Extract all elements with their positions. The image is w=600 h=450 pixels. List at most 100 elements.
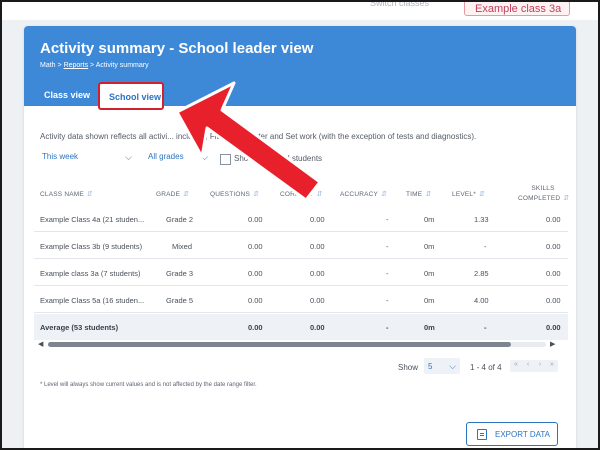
date-range-value: This week — [42, 152, 79, 161]
cell-skills: 0.00 — [546, 296, 561, 305]
level-footnote: * Level will always show current values … — [40, 382, 257, 388]
cell-questions: 0.00 — [248, 215, 263, 224]
page-size-value: 5 — [428, 362, 433, 371]
column-label: QUESTIONS — [210, 191, 251, 198]
breadcrumb-activity-summary: Activity summary — [95, 62, 149, 69]
cell-class-name: Example class 3a (7 students) — [40, 269, 141, 278]
page-size-select[interactable]: 5 ⌵ — [424, 358, 460, 374]
grade-value: All grades — [148, 152, 184, 161]
cell-class-name: Example Class 4a (21 studen... — [40, 215, 145, 224]
cell-level: 2.85 — [474, 269, 489, 278]
column-header-grade[interactable]: GRADE ⇵ — [156, 190, 189, 198]
sort-icon: ⇵ — [183, 191, 190, 198]
cell-level: - — [484, 323, 487, 332]
cell-questions: 0.00 — [248, 296, 263, 305]
column-label: TIME — [406, 191, 423, 198]
last-page-button[interactable]: » — [546, 361, 558, 368]
sort-icon: ⇵ — [563, 195, 570, 202]
cell-correct: 0.00 — [310, 242, 325, 251]
scrollbar-thumb[interactable] — [48, 342, 511, 347]
breadcrumb-reports[interactable]: Reports — [64, 62, 89, 69]
page-range-text: 1 - 4 of 4 — [470, 363, 502, 372]
page-header: Activity summary - School leader view Ma… — [24, 26, 576, 110]
cell-class-name: Example Class 5a (16 studen... — [40, 296, 145, 305]
cell-correct: 0.00 — [310, 215, 325, 224]
cell-time: 0m — [424, 296, 435, 305]
activity-summary-card: Activity summary - School leader view Ma… — [24, 26, 576, 448]
cell-skills: 0.00 — [546, 269, 561, 278]
column-header-correct[interactable]: CORRECT ⇵ — [280, 190, 323, 198]
cell-questions: 0.00 — [248, 323, 263, 332]
cell-accuracy: - — [386, 296, 389, 305]
sort-icon: ⇵ — [86, 191, 93, 198]
chevron-down-icon: ⌵ — [125, 152, 132, 162]
cell-correct: 0.00 — [310, 323, 325, 332]
export-label: EXPORT DATA — [495, 430, 550, 439]
column-header-skills-completed[interactable]: SKILLS COMPLETED ⇵ — [518, 184, 570, 204]
table-row: Example class 3a (7 students) Grade 3 0.… — [34, 260, 568, 286]
chevron-down-icon: ⌵ — [201, 152, 208, 162]
cell-time: 0m — [424, 215, 435, 224]
scroll-left-icon[interactable]: ◀ — [38, 340, 43, 348]
column-header-accuracy[interactable]: ACCURACY ⇵ — [340, 190, 387, 198]
grade-select[interactable]: All grades ⌵ — [148, 152, 210, 168]
table-row: Example Class 5a (16 studen... Grade 5 0… — [34, 287, 568, 313]
breadcrumb-math[interactable]: Math — [40, 62, 56, 69]
tab-school-view[interactable]: School view — [98, 82, 164, 110]
cell-level: - — [484, 242, 487, 251]
cell-correct: 0.00 — [310, 296, 325, 305]
next-page-button[interactable]: › — [534, 361, 546, 368]
cell-questions: 0.00 — [248, 242, 263, 251]
column-label: GRADE — [156, 191, 181, 198]
cell-level: 1.33 — [474, 215, 489, 224]
column-label: ACCURACY — [340, 191, 379, 198]
sort-icon: ⇵ — [316, 191, 323, 198]
cell-grade: Mixed — [172, 242, 193, 251]
cell-accuracy: - — [386, 215, 389, 224]
show-students-label: Show individual students — [234, 154, 323, 163]
pagination-controls: « ‹ › » — [510, 360, 558, 372]
show-students-checkbox[interactable] — [220, 154, 231, 165]
scroll-right-icon[interactable]: ▶ — [550, 340, 555, 348]
sort-icon: ⇵ — [425, 191, 432, 198]
column-label: SKILLS COMPLETED — [518, 185, 561, 202]
column-label: CLASS NAME — [40, 191, 84, 198]
horizontal-scrollbar[interactable] — [48, 342, 546, 347]
column-header-time[interactable]: TIME ⇵ — [406, 190, 431, 198]
date-range-select[interactable]: This week ⌵ — [42, 152, 134, 168]
cell-skills: 0.00 — [546, 215, 561, 224]
cell-level: 4.00 — [474, 296, 489, 305]
previous-page-button[interactable]: ‹ — [522, 361, 534, 368]
cell-accuracy: - — [386, 242, 389, 251]
export-data-button[interactable]: EXPORT DATA — [466, 422, 558, 446]
switch-class-text: Switch classes — [370, 0, 430, 8]
cell-class-name: Average (53 students) — [40, 323, 119, 332]
first-page-button[interactable]: « — [510, 361, 522, 368]
description-text: Activity data shown reflects all activi.… — [40, 132, 477, 141]
column-label: CORRECT — [280, 191, 314, 198]
column-header-level[interactable]: LEVEL* ⇵ — [452, 190, 485, 198]
cell-correct: 0.00 — [310, 269, 325, 278]
average-row: Average (53 students) 0.00 0.00 - 0m - 0… — [34, 314, 568, 340]
cell-questions: 0.00 — [248, 269, 263, 278]
cell-skills: 0.00 — [546, 242, 561, 251]
tab-class-view[interactable]: Class view — [44, 90, 90, 100]
table-row: Example Class 3b (9 students) Mixed 0.00… — [34, 233, 568, 259]
cell-time: 0m — [424, 269, 435, 278]
sort-icon: ⇵ — [478, 191, 486, 198]
sort-icon: ⇵ — [253, 191, 260, 198]
column-header-class-name[interactable]: CLASS NAME ⇵ — [40, 190, 93, 198]
chevron-down-icon: ⌵ — [449, 361, 456, 371]
sort-icon: ⇵ — [381, 191, 388, 198]
table-row: Example Class 4a (21 studen... Grade 2 0… — [34, 206, 568, 232]
page-title: Activity summary - School leader view — [40, 40, 314, 57]
cell-accuracy: - — [386, 269, 389, 278]
class-switcher-button[interactable]: Example class 3a — [464, 2, 570, 16]
screenshot-frame: Switch classes Example class 3a Activity… — [0, 0, 600, 450]
cell-grade: Grade 3 — [166, 269, 194, 278]
column-header-questions[interactable]: QUESTIONS ⇵ — [210, 190, 259, 198]
cell-accuracy: - — [386, 323, 389, 332]
top-strip: Switch classes Example class 3a — [2, 2, 598, 20]
breadcrumb: Math > Reports > Activity summary — [40, 62, 149, 69]
cell-grade: Grade 5 — [166, 296, 194, 305]
